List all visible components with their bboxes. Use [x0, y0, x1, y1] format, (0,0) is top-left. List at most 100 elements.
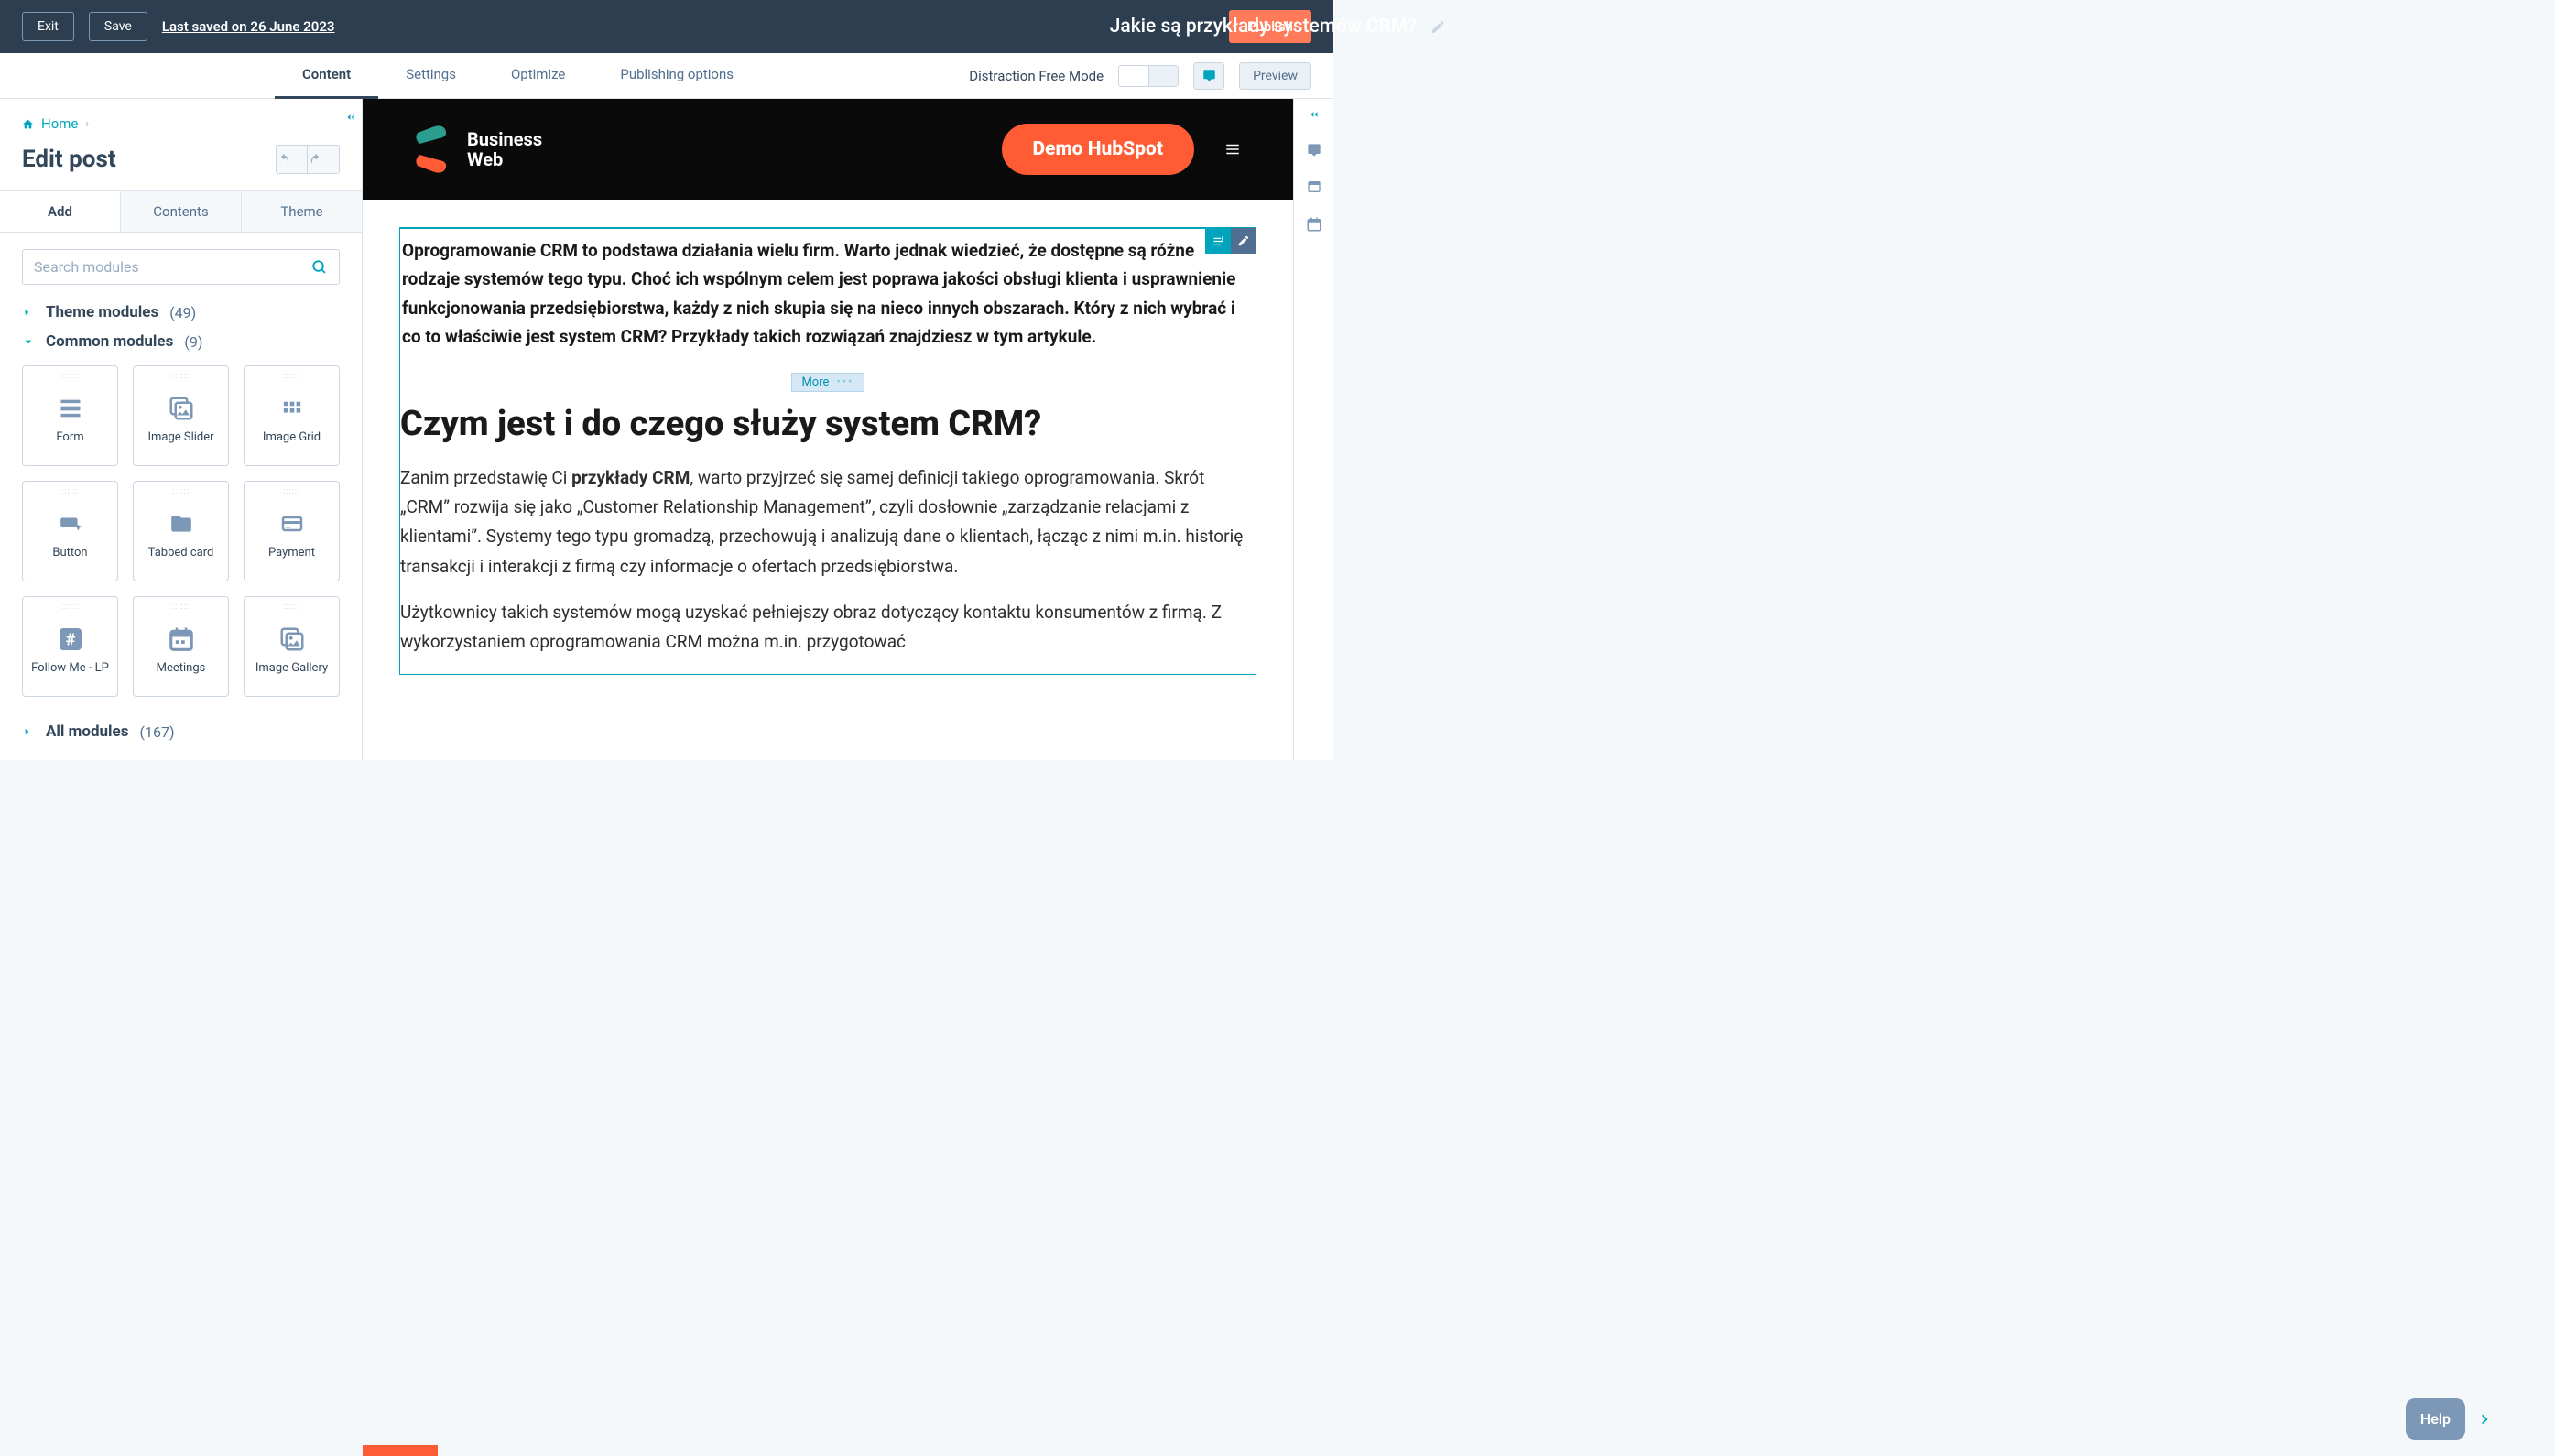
help-area: Help — [2406, 1398, 2491, 1440]
page-preview: Business Web Demo HubSpot — [363, 99, 1293, 760]
distraction-free-label: Distraction Free Mode — [969, 68, 1104, 84]
modules-grid: :::::: Form :::::: Image Slider :::::: I… — [0, 356, 362, 713]
chevron-down-icon — [22, 337, 35, 347]
sidebar-tab-contents[interactable]: Contents — [121, 191, 242, 232]
module-form[interactable]: :::::: Form — [22, 365, 118, 466]
module-label: Form — [56, 430, 83, 444]
undo-button[interactable] — [277, 146, 308, 173]
theme-modules-label: Theme modules — [46, 303, 158, 321]
chevron-right-icon — [22, 306, 35, 319]
calendar-rail-icon[interactable] — [1306, 216, 1322, 233]
window-icon[interactable] — [1306, 179, 1322, 194]
image-gallery-icon — [277, 619, 307, 659]
last-saved-link[interactable]: Last saved on 26 June 2023 — [162, 18, 335, 35]
more-bar: More••• — [400, 373, 1256, 392]
module-image-gallery[interactable]: :::::: Image Gallery — [244, 596, 340, 697]
logo-text: Business Web — [467, 129, 542, 169]
hashtag-icon: # — [56, 619, 85, 659]
preview-button[interactable]: Preview — [1239, 62, 1311, 90]
grip-icon: :::::: — [172, 487, 190, 496]
breadcrumb: Home › — [0, 99, 362, 141]
section-all-modules[interactable]: All modules (167) — [0, 713, 362, 746]
style-tool-icon[interactable] — [1205, 228, 1231, 254]
tab-optimize[interactable]: Optimize — [484, 53, 593, 99]
search-wrap — [0, 233, 362, 298]
grip-icon: :::::: — [172, 372, 190, 381]
module-image-slider[interactable]: :::::: Image Slider — [133, 365, 229, 466]
grip-icon: :::::: — [61, 372, 79, 381]
home-icon[interactable] — [22, 118, 34, 130]
site-header: Business Web Demo HubSpot — [363, 99, 1293, 200]
sidebar: Home › Edit post Add Contents Theme — [0, 99, 363, 760]
menu-icon[interactable] — [1222, 141, 1244, 158]
grip-icon: :::::: — [283, 603, 300, 612]
editor-tabs: Content Settings Optimize Publishing opt… — [0, 53, 1333, 99]
distraction-free-toggle[interactable] — [1118, 65, 1179, 87]
svg-text:#: # — [65, 629, 75, 649]
search-input[interactable] — [34, 258, 311, 276]
more-button[interactable]: More••• — [791, 373, 864, 392]
sidebar-tab-theme[interactable]: Theme — [242, 191, 362, 232]
next-arrow-icon[interactable] — [2478, 1410, 2491, 1429]
button-icon — [55, 504, 86, 544]
exit-button[interactable]: Exit — [22, 12, 74, 41]
chat-icon[interactable] — [1306, 143, 1322, 158]
right-rail — [1293, 99, 1333, 760]
section-theme-modules[interactable]: Theme modules (49) — [0, 298, 362, 327]
paragraph-2[interactable]: Użytkownicy takich systemów mogą uzyskać… — [400, 598, 1256, 674]
heading-2[interactable]: Czym jest i do czego służy system CRM? — [400, 397, 1256, 463]
main-area: Home › Edit post Add Contents Theme — [0, 99, 1333, 760]
module-tabbed-card[interactable]: :::::: Tabbed card — [133, 481, 229, 581]
content-block[interactable]: Oprogramowanie CRM to podstawa działania… — [399, 227, 1256, 675]
sidebar-tabs: Add Contents Theme — [0, 190, 362, 233]
calendar-icon — [168, 619, 195, 659]
breadcrumb-home[interactable]: Home — [41, 115, 78, 132]
intro-paragraph[interactable]: Oprogramowanie CRM to podstawa działania… — [400, 236, 1256, 369]
block-tools — [1205, 228, 1256, 254]
tab-settings[interactable]: Settings — [378, 53, 484, 99]
grip-icon: :::::: — [172, 603, 190, 612]
save-button[interactable]: Save — [89, 12, 147, 41]
common-modules-label: Common modules — [46, 332, 173, 351]
demo-button[interactable]: Demo HubSpot — [1002, 124, 1195, 175]
collapse-sidebar-icon[interactable] — [340, 106, 362, 128]
module-label: Image Gallery — [256, 661, 328, 675]
all-modules-count: (167) — [139, 723, 174, 741]
logo-mark-icon — [412, 125, 454, 173]
module-meetings[interactable]: :::::: Meetings — [133, 596, 229, 697]
edit-tool-icon[interactable] — [1231, 228, 1256, 254]
module-label: Payment — [268, 546, 315, 560]
chevron-right-icon: › — [85, 117, 89, 130]
common-modules-count: (9) — [184, 333, 202, 351]
tab-content[interactable]: Content — [275, 53, 378, 99]
all-modules-label: All modules — [46, 723, 128, 741]
module-label: Meetings — [157, 661, 206, 675]
grip-icon: :::::: — [283, 487, 300, 496]
dots-icon: ••• — [836, 375, 853, 389]
paragraph-1[interactable]: Zanim przedstawię Ci przykłady CRM, wart… — [400, 463, 1256, 598]
canvas: Business Web Demo HubSpot — [363, 99, 1293, 760]
redo-button[interactable] — [308, 146, 339, 173]
image-slider-icon — [167, 388, 196, 429]
grip-icon: :::::: — [61, 603, 79, 612]
sidebar-tab-add[interactable]: Add — [0, 191, 121, 232]
module-follow-me[interactable]: :::::: # Follow Me - LP — [22, 596, 118, 697]
section-common-modules[interactable]: Common modules (9) — [0, 327, 362, 356]
module-image-grid[interactable]: :::::: Image Grid — [244, 365, 340, 466]
module-label: Image Slider — [147, 430, 213, 444]
tab-publishing-options[interactable]: Publishing options — [593, 53, 761, 99]
help-button[interactable]: Help — [2406, 1398, 2465, 1440]
topbar-title-area: Jakie są przykłady systemów CRM? — [1110, 16, 1446, 38]
edit-post-heading: Edit post — [22, 146, 116, 173]
search-icon[interactable] — [311, 259, 328, 276]
module-label: Button — [52, 546, 87, 560]
comments-button[interactable] — [1193, 62, 1224, 90]
grip-icon: :::::: — [61, 487, 79, 496]
chevron-right-icon — [22, 725, 35, 738]
module-payment[interactable]: :::::: Payment — [244, 481, 340, 581]
edit-title-icon[interactable] — [1430, 19, 1445, 35]
logo[interactable]: Business Web — [412, 125, 542, 173]
undo-redo-group — [276, 145, 340, 174]
expand-rail-icon[interactable] — [1307, 108, 1321, 121]
module-button[interactable]: :::::: Button — [22, 481, 118, 581]
